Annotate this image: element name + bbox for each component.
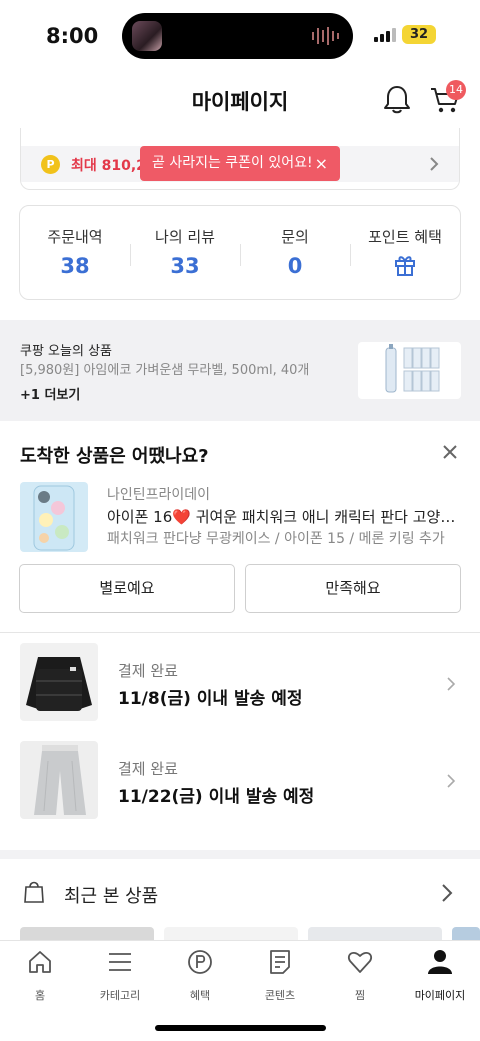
stat-orders[interactable]: 주문내역 38 [20, 206, 130, 301]
arrival-product-name[interactable]: 아이폰 16❤️ 귀여운 패치워크 애니 캐릭터 판다 고양이 케이스 [107, 506, 462, 527]
coupon-tooltip[interactable]: 곧 사라지는 쿠폰이 있어요! × [140, 146, 340, 181]
menu-icon [109, 953, 131, 971]
chevron-right-icon[interactable] [440, 882, 454, 904]
audio-wave-icon [312, 27, 339, 45]
wide-pants-product-image[interactable] [20, 741, 98, 819]
stat-reviews-value: 33 [170, 254, 200, 278]
divider [0, 632, 480, 633]
tab-label: 찜 [354, 989, 366, 1002]
signal-icon [374, 28, 396, 42]
point-coin-icon [188, 950, 212, 974]
tab-category[interactable]: 카테고리 [80, 941, 160, 1011]
tab-label: 카테고리 [99, 989, 141, 1002]
phone-case-product-image [20, 482, 88, 552]
today-product-banner[interactable]: 쿠팡 오늘의 상품 [5,980원] 아임에코 가벼운샘 무라벨, 500ml,… [0, 320, 480, 421]
close-icon[interactable] [441, 443, 459, 461]
heart-icon [347, 952, 373, 973]
tab-label: 홈 [34, 989, 46, 1002]
today-product-desc: [5,980원] 아임에코 가벼운샘 무라벨, 500ml, 40개 [20, 363, 310, 378]
section-divider [0, 850, 480, 859]
water-bottle-product-image [358, 342, 461, 399]
today-product-title: 쿠팡 오늘의 상품 [20, 344, 112, 359]
stat-benefits-label: 포인트 혜택 [368, 228, 442, 246]
content-icon [270, 950, 290, 974]
person-icon [428, 950, 452, 974]
point-coin-icon: P [41, 155, 60, 174]
stat-inquiries-value: 0 [287, 254, 303, 278]
close-icon[interactable]: × [315, 146, 328, 181]
chevron-right-icon[interactable] [446, 676, 456, 692]
order-status: 결제 완료 [118, 662, 178, 680]
stat-inquiries-label: 문의 [281, 228, 309, 246]
chevron-right-icon [430, 157, 439, 171]
tab-home[interactable]: 홈 [0, 941, 80, 1011]
tab-wishlist[interactable]: 찜 [320, 941, 400, 1011]
order-shipping-date: 11/22(금) 이내 발송 예정 [118, 787, 315, 807]
tab-label: 콘텐츠 [264, 989, 296, 1002]
battery-indicator: 32 [402, 25, 436, 44]
today-more-link[interactable]: +1 더보기 [20, 384, 80, 403]
tab-label: 마이페이지 [414, 989, 466, 1002]
order-status: 결제 완료 [118, 760, 178, 778]
chevron-right-icon[interactable] [446, 773, 456, 789]
tab-mypage[interactable]: 마이페이지 [400, 941, 480, 1011]
stat-orders-label: 주문내역 [47, 228, 103, 246]
dynamic-island [122, 13, 353, 59]
gift-icon [395, 256, 415, 276]
recent-products-title: 최근 본 상품 [64, 886, 159, 907]
stat-orders-value: 38 [60, 254, 90, 278]
stat-reviews-label: 나의 리뷰 [155, 228, 215, 246]
home-icon [29, 951, 51, 973]
cart-count-badge: 14 [446, 80, 466, 100]
dissatisfied-button[interactable]: 별로예요 [19, 564, 235, 613]
tab-label: 혜택 [189, 989, 211, 1002]
arrival-shop-name: 나인틴프라이데이 [107, 487, 211, 503]
stat-inquiries[interactable]: 문의 0 [240, 206, 350, 301]
puffer-jacket-product-image[interactable] [20, 643, 98, 721]
stat-reviews[interactable]: 나의 리뷰 33 [130, 206, 240, 301]
status-bar: 8:00 32 [0, 0, 480, 72]
now-playing-artwork [132, 21, 162, 51]
status-time: 8:00 [46, 24, 99, 48]
activity-stats: 주문내역 38 나의 리뷰 33 문의 0 포인트 혜택 [19, 205, 461, 300]
tab-content[interactable]: 콘텐츠 [240, 941, 320, 1011]
arrival-review-title: 도착한 상품은 어땠나요? [20, 446, 209, 467]
notification-bell-icon[interactable] [383, 84, 411, 114]
tab-benefits[interactable]: 혜택 [160, 941, 240, 1011]
coupon-tooltip-text: 곧 사라지는 쿠폰이 있어요! [152, 155, 313, 171]
home-indicator [155, 1025, 326, 1031]
stat-benefits[interactable]: 포인트 혜택 [350, 206, 460, 301]
satisfied-button[interactable]: 만족해요 [245, 564, 461, 613]
order-shipping-date: 11/8(금) 이내 발송 예정 [118, 689, 303, 709]
shopping-bag-icon [24, 881, 44, 903]
arrival-product-options: 패치워크 판다냥 무광케이스 / 아이폰 15 / 메론 키링 추가 [107, 531, 445, 547]
